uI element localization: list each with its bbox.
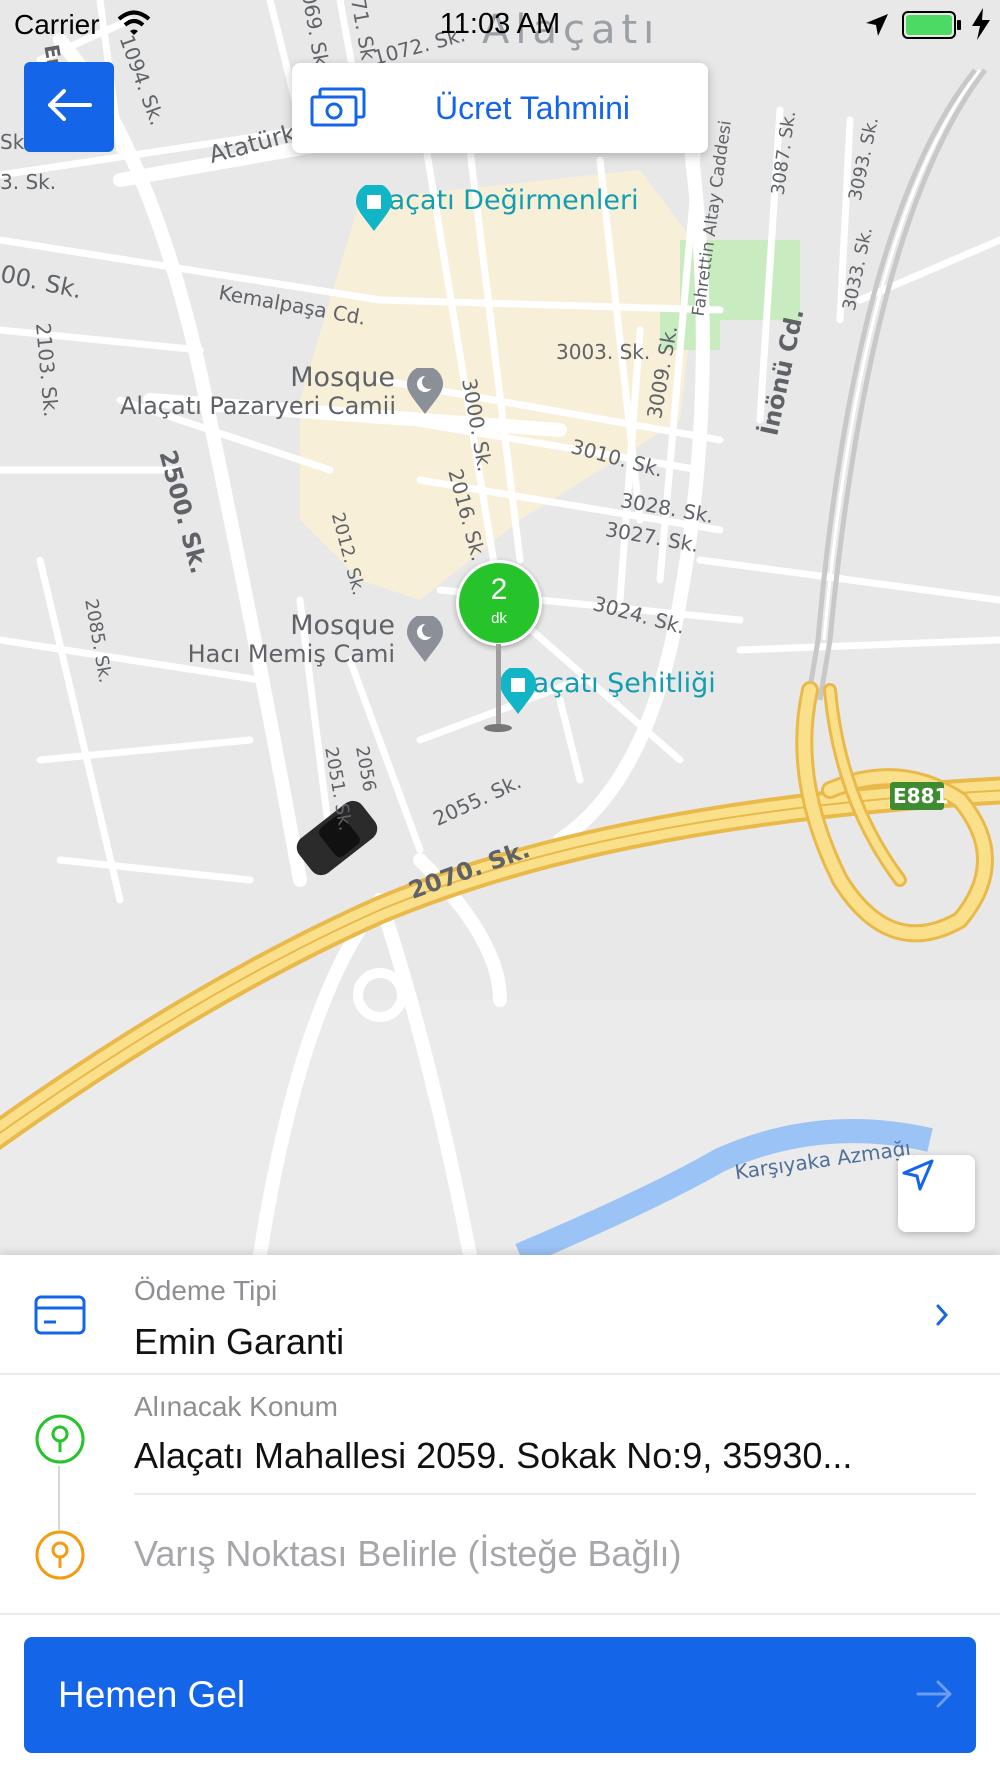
fare-estimate-button[interactable]: Ücret Tahmini xyxy=(292,63,708,153)
arrow-left-icon xyxy=(46,89,92,125)
poi-label: Alaçatı Değirmenleri xyxy=(362,185,639,216)
payment-type-value: Emin Garanti xyxy=(134,1321,345,1362)
payment-type-row[interactable]: Ödeme Tipi Emin Garanti xyxy=(0,1255,1000,1373)
poi-windmills[interactable]: Alaçatı Değirmenleri xyxy=(354,185,639,231)
call-now-label: Hemen Gel xyxy=(58,1674,246,1715)
pin-icon xyxy=(34,1529,86,1586)
fare-estimate-label: Ücret Tahmini xyxy=(435,90,631,126)
destination-row[interactable]: Varış Noktası Belirle (İsteğe Bağlı) xyxy=(0,1493,1000,1613)
clock: 11:03 AM xyxy=(439,8,561,40)
destination-placeholder: Varış Noktası Belirle (İsteğe Bağlı) xyxy=(134,1533,682,1574)
pickup-eta-marker[interactable]: 2 dk xyxy=(456,560,542,740)
arrow-right-icon xyxy=(916,1677,954,1716)
chevron-right-icon xyxy=(934,1303,950,1332)
street-label: Sk xyxy=(0,130,25,154)
poi-label: Hacı Memiş Cami xyxy=(187,640,395,669)
call-now-button[interactable]: Hemen Gel xyxy=(24,1637,976,1753)
street-label: 3. Sk. xyxy=(0,170,57,194)
map-view[interactable]: Alaçatı Eran 1094. Sk. 069. Sk. 071. Sk.… xyxy=(0,0,1000,1255)
status-bar: Carrier 11:03 AM xyxy=(0,0,1000,50)
charging-bolt-icon xyxy=(970,8,992,45)
payment-type-label: Ödeme Tipi xyxy=(134,1275,278,1306)
poi-type-label: Mosque xyxy=(290,610,395,641)
battery-icon xyxy=(902,10,964,45)
poi-type-label: Mosque xyxy=(290,362,395,393)
poi-label: Alaçatı Pazaryeri Camii xyxy=(120,392,396,421)
marker-base xyxy=(484,724,512,732)
marker-stem xyxy=(496,644,501,728)
eta-unit: dk xyxy=(491,610,507,627)
locate-me-button[interactable] xyxy=(898,1155,975,1232)
banknote-icon xyxy=(310,87,366,133)
divider xyxy=(0,1613,1000,1615)
credit-card-icon xyxy=(34,1295,86,1340)
eta-value: 2 xyxy=(490,573,508,606)
pin-icon xyxy=(34,1413,86,1470)
poi-mosque-1[interactable]: Mosque Alaçatı Pazaryeri Camii xyxy=(120,362,396,421)
eta-badge: 2 dk xyxy=(456,560,542,646)
back-button[interactable] xyxy=(24,62,114,152)
poi-mosque-2[interactable]: Mosque Hacı Memiş Cami xyxy=(120,610,395,669)
highway-badge: E881 xyxy=(893,784,949,808)
pickup-label: Alınacak Konum xyxy=(134,1391,338,1422)
pickup-address: Alaçatı Mahallesi 2059. Sokak No:9, 3593… xyxy=(134,1435,853,1476)
pickup-location-row[interactable]: Alınacak Konum Alaçatı Mahallesi 2059. S… xyxy=(0,1373,1000,1493)
street-label: 3003. Sk. xyxy=(556,340,651,364)
location-arrow-icon xyxy=(864,12,890,43)
